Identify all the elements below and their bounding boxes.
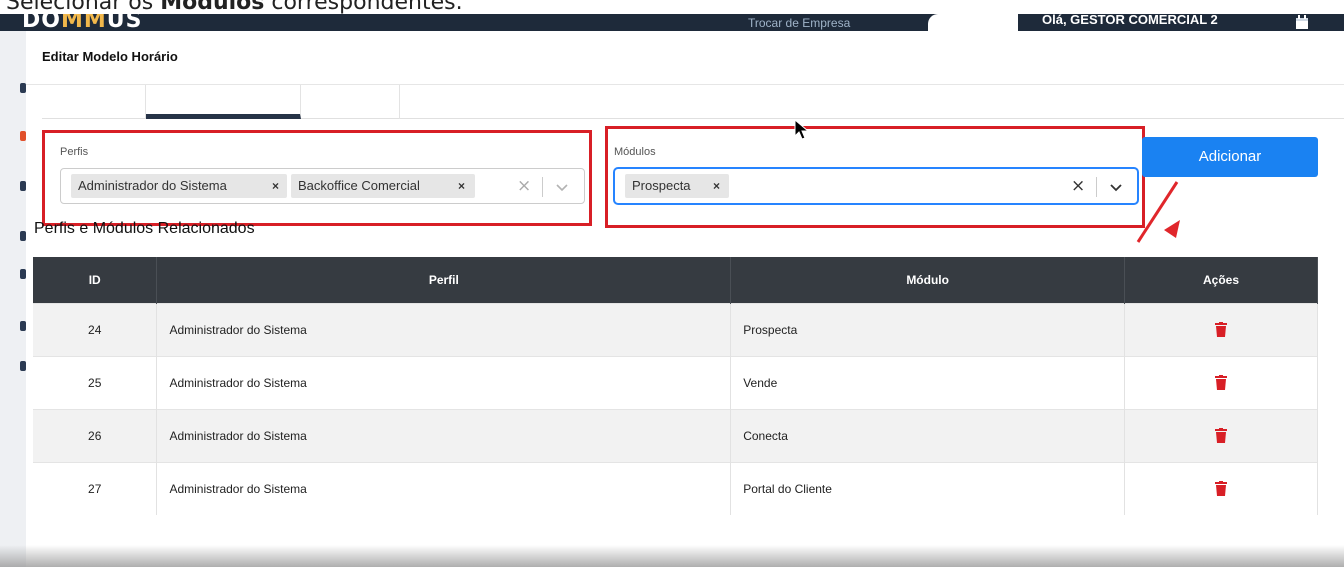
table-row: 24 Administrador do Sistema Prospecta (33, 302, 1318, 356)
cell-perfil: Administrador do Sistema (156, 461, 732, 515)
switch-company-link[interactable]: Trocar de Empresa (748, 16, 850, 30)
app-logo: DOMMUS (22, 14, 143, 31)
related-table: ID Perfil Módulo Ações 24 Administrador … (33, 257, 1318, 515)
cell-actions (1124, 355, 1318, 409)
bottom-scroll-shadow (0, 545, 1344, 567)
app-header: DOMMUS Trocar de Empresa Olá, GESTOR COM… (0, 14, 1344, 31)
add-button[interactable]: Adicionar (1142, 137, 1318, 177)
cell-modulo: Prospecta (730, 302, 1126, 356)
tutorial-caption: Selecionar os Módulos correspondentes. (0, 0, 1344, 14)
caption-text: Selecionar os Módulos correspondentes. (6, 0, 463, 14)
tab-1[interactable] (42, 85, 146, 119)
cell-perfil: Administrador do Sistema (156, 355, 732, 409)
table-row: 25 Administrador do Sistema Vende (33, 355, 1318, 409)
cell-modulo: Vende (730, 355, 1126, 409)
cell-actions (1124, 408, 1318, 462)
annotation-arrow-icon (1136, 181, 1180, 243)
user-greeting: Olá, GESTOR COMERCIAL 2 (1042, 14, 1218, 27)
calendar-icon[interactable] (1294, 14, 1310, 30)
tab-3[interactable] (301, 85, 400, 119)
cell-perfil: Administrador do Sistema (156, 302, 732, 356)
cell-perfil: Administrador do Sistema (156, 408, 732, 462)
cell-actions (1124, 461, 1318, 515)
section-title: Perfis e Módulos Relacionados (34, 220, 255, 237)
trash-icon[interactable] (1215, 375, 1228, 391)
trash-icon[interactable] (1215, 428, 1228, 444)
cell-id: 26 (33, 408, 158, 462)
tab-2-active[interactable] (146, 85, 301, 119)
cell-id: 27 (33, 461, 158, 515)
modal-header: Editar Modelo Horário (26, 31, 1344, 85)
column-header-acoes: Ações (1124, 257, 1318, 303)
screen: Selecionar os Módulos correspondentes. D… (0, 0, 1344, 567)
cell-id: 24 (33, 302, 158, 356)
cell-modulo: Conecta (730, 408, 1126, 462)
trash-icon[interactable] (1215, 481, 1228, 497)
cell-actions (1124, 302, 1318, 356)
cell-id: 25 (33, 355, 158, 409)
mouse-cursor-icon (794, 119, 810, 140)
modal-title: Editar Modelo Horário (42, 49, 178, 64)
column-header-modulo[interactable]: Módulo (730, 257, 1126, 303)
table-row: 26 Administrador do Sistema Conecta (33, 408, 1318, 462)
column-header-perfil[interactable]: Perfil (156, 257, 732, 303)
highlight-box-perfis (42, 130, 592, 226)
column-header-id[interactable]: ID (33, 257, 158, 303)
cell-modulo: Portal do Cliente (730, 461, 1126, 515)
highlight-box-modulos (605, 126, 1145, 228)
background-sidebar (0, 31, 26, 567)
table-header-row: ID Perfil Módulo Ações (33, 257, 1318, 303)
header-search-pill (928, 14, 1018, 31)
table-row: 27 Administrador do Sistema Portal do Cl… (33, 461, 1318, 515)
modal-tabs (42, 85, 1344, 119)
trash-icon[interactable] (1215, 322, 1228, 338)
